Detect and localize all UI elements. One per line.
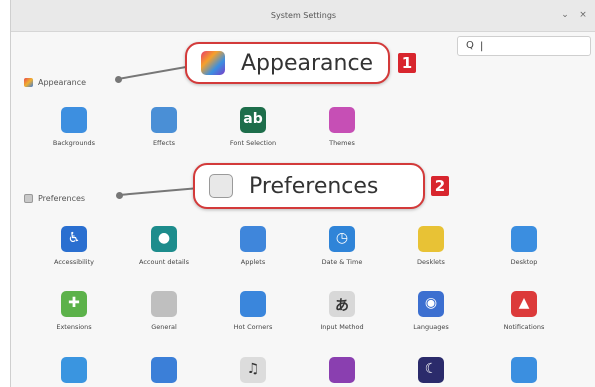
settings-item[interactable]: Applets [213,226,293,266]
settings-item[interactable]: あ Input Method [302,291,382,331]
input-method-icon: あ [329,291,355,317]
search-input[interactable]: Q | [457,36,591,56]
online-accounts-icon [61,357,87,383]
desklets-icon [418,226,444,252]
window-title: System Settings [270,11,337,20]
settings-item[interactable]: ▲ Notifications [484,291,564,331]
settings-item-label: Desklets [417,258,445,266]
callout-text: Appearance [241,50,374,76]
date-time-icon: ◷ [329,226,355,252]
settings-item[interactable] [302,357,382,383]
accessibility-icon: ♿ [61,226,87,252]
settings-item[interactable]: Desktop [484,226,564,266]
settings-item[interactable]: ab Font Selection [213,107,293,147]
panel-icon [151,357,177,383]
sound-icon: ♫ [240,357,266,383]
settings-item[interactable] [34,357,114,383]
appearance-icon [201,51,225,75]
preferences-callout: Preferences [193,163,425,209]
windows-icon [511,357,537,383]
icon-glyph: ♫ [246,361,260,377]
settings-item[interactable]: ◷ Date & Time [302,226,382,266]
settings-item[interactable]: Effects [124,107,204,147]
desktop-icon [511,226,537,252]
screensaver-icon: ☾ [418,357,444,383]
search-caret: | [480,41,484,52]
icon-glyph: ☾ [424,361,438,377]
icon-glyph: ◉ [424,295,438,311]
backgrounds-icon [61,107,87,133]
font-selection-icon: ab [240,107,266,133]
settings-item-label: Extensions [56,323,92,331]
effects-icon [151,107,177,133]
settings-item-label: Date & Time [321,258,363,266]
settings-item-label: Font Selection [229,139,277,147]
hot-corners-icon [240,291,266,317]
settings-item[interactable]: ◉ Languages [391,291,471,331]
callout-number-badge: 1 [398,53,416,73]
notifications-icon: ▲ [511,291,537,317]
icon-glyph: ♿ [67,230,81,246]
settings-item-label: Applets [240,258,266,266]
settings-item[interactable]: ♿ Accessibility [34,226,114,266]
general-icon [151,291,177,317]
settings-item-label: Languages [413,323,449,331]
settings-item[interactable]: Hot Corners [213,291,293,331]
settings-item-label: Themes [329,139,355,147]
section-preferences: Preferences [24,194,85,203]
privacy-icon [329,357,355,383]
account-details-icon: ● [151,226,177,252]
settings-item[interactable]: ☾ [391,357,471,383]
section-appearance-label: Appearance [38,78,87,87]
preferences-icon [209,174,233,198]
settings-item[interactable]: ● Account details [124,226,204,266]
settings-item[interactable]: General [124,291,204,331]
search-icon: Q [466,40,474,51]
icon-glyph: ab [243,111,263,127]
minimize-button[interactable]: ⌄ [559,10,571,20]
appearance-callout: Appearance [185,42,390,84]
settings-item-label: Hot Corners [233,323,273,331]
themes-icon [329,107,355,133]
settings-item[interactable]: ♫ [213,357,293,383]
icon-glyph: ▲ [518,295,530,311]
callout-number-badge: 2 [431,176,449,196]
extensions-icon: ✚ [61,291,87,317]
section-appearance: Appearance [24,78,86,87]
callout-text: Preferences [249,173,379,199]
appearance-icon [24,78,33,87]
settings-item[interactable]: Backgrounds [34,107,114,147]
settings-item-label: Accessibility [54,258,94,266]
settings-item[interactable]: ✚ Extensions [34,291,114,331]
title-bar: System Settings ⌄ × [11,0,595,32]
icon-glyph: あ [335,298,349,314]
close-button[interactable]: × [577,10,589,20]
icon-glyph: ● [157,230,171,246]
icon-glyph: ◷ [335,230,349,246]
applets-icon [240,226,266,252]
settings-item[interactable] [124,357,204,383]
settings-item-label: Account details [139,258,189,266]
icon-glyph: ✚ [68,295,80,311]
settings-item-label: General [151,323,177,331]
settings-item[interactable]: Desklets [391,226,471,266]
settings-item-label: Desktop [510,258,538,266]
settings-item-label: Input Method [320,323,364,331]
languages-icon: ◉ [418,291,444,317]
settings-item[interactable] [484,357,564,383]
section-preferences-label: Preferences [38,194,86,203]
preferences-icon [24,194,33,203]
settings-item[interactable]: Themes [302,107,382,147]
settings-item-label: Effects [152,139,176,147]
settings-item-label: Backgrounds [52,139,96,147]
settings-item-label: Notifications [503,323,545,331]
